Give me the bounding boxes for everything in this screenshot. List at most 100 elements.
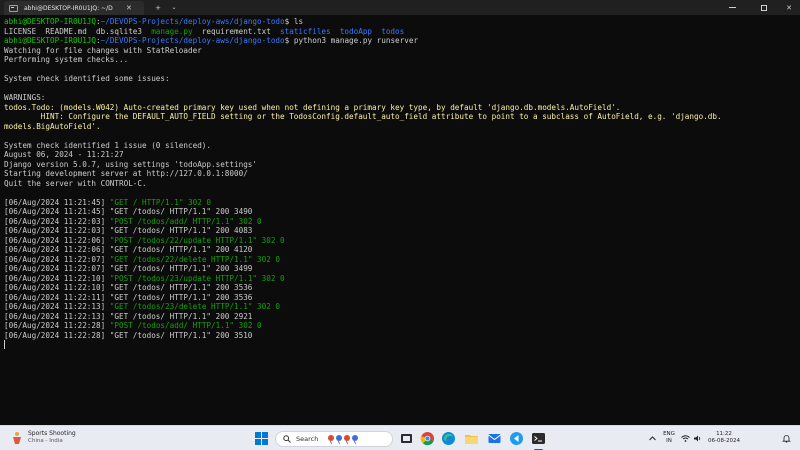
terminal-line: Starting development server at http://12…: [4, 169, 800, 179]
terminal-text-segment: [06/Aug/2024 11:22:11] "GET /todos/ HTTP…: [4, 292, 253, 302]
notification-bell-icon[interactable]: [782, 434, 791, 443]
terminal-text-segment: [06/Aug/2024 11:22:03]: [4, 216, 110, 226]
terminal-line: [06/Aug/2024 11:22:03] "POST /todos/add/…: [4, 217, 800, 227]
terminal-text-segment: HINT: Configure the DEFAULT_AUTO_FIELD s…: [4, 112, 722, 121]
terminal-text-segment: WARNINGS:: [4, 93, 46, 102]
sports-news-icon: [13, 431, 21, 444]
terminal-text-segment: Watching for file changes with StatReloa…: [4, 45, 202, 55]
language-code: ENG: [663, 431, 675, 437]
terminal-line: [06/Aug/2024 11:22:13] "GET /todos/ HTTP…: [4, 312, 800, 322]
text-cursor: [4, 340, 5, 349]
new-tab-button[interactable]: +: [152, 1, 164, 14]
volume-icon[interactable]: [693, 434, 702, 443]
maximize-button[interactable]: [754, 1, 774, 14]
terminal-tab-icon: [9, 4, 18, 12]
vscode-icon[interactable]: [509, 431, 524, 446]
terminal-output[interactable]: abhi@DESKTOP-IR0U1JQ:~/DEVOPS-Projects/d…: [4, 17, 800, 425]
terminal-line: [06/Aug/2024 11:22:06] "POST /todos/22/u…: [4, 236, 800, 246]
minimize-button[interactable]: [722, 1, 742, 14]
widget-title: Sports Shooting: [28, 430, 76, 437]
terminal-text-segment: $ ls: [284, 17, 304, 26]
terminal-line: Django version 5.0.7, using settings 'to…: [4, 160, 800, 170]
terminal-text-segment: [06/Aug/2024 11:22:13]: [4, 302, 110, 311]
terminal-text-segment: [06/Aug/2024 11:22:03] "GET /todos/ HTTP…: [4, 226, 253, 235]
search-placeholder: Search: [296, 435, 319, 443]
terminal-text-segment: "POST /todos/22/update HTTP/1.1" 302 0: [109, 235, 285, 245]
terminal-line: [06/Aug/2024 11:21:45] "GET /todos/ HTTP…: [4, 207, 800, 217]
terminal-text-segment: Quit the server with CONTROL-C.: [4, 178, 147, 188]
terminal-line: [06/Aug/2024 11:22:03] "GET /todos/ HTTP…: [4, 226, 800, 236]
terminal-text-segment: models.BigAutoField'.: [4, 121, 101, 131]
terminal-text-segment: [06/Aug/2024 11:22:10] "GET /todos/ HTTP…: [4, 283, 253, 292]
terminal-tab[interactable]: abhi@DESKTOP-IR0U1JQ: ~/D ✕: [4, 1, 144, 15]
terminal-text-segment: LICENSE README.md db.sqlite3: [4, 26, 152, 36]
terminal-line: [06/Aug/2024 11:22:13] "GET /todos/23/de…: [4, 302, 800, 312]
terminal-icon[interactable]: [531, 431, 546, 446]
clock-date: 06-08-2024: [708, 438, 740, 444]
terminal-text-segment: abhi@DESKTOP-IR0U1JQ: [4, 17, 97, 26]
taskbar-search-box[interactable]: Search: [275, 431, 393, 447]
tab-close-icon[interactable]: ✕: [126, 4, 132, 12]
terminal-text-segment: August 06, 2024 - 11:21:27: [4, 150, 124, 159]
terminal-cursor-line: [4, 340, 800, 350]
chevron-up-icon[interactable]: [648, 434, 657, 443]
minimize-icon: [728, 7, 736, 8]
mail-icon[interactable]: [487, 431, 502, 446]
search-icon: [283, 435, 291, 443]
taskbar: Sports Shooting China - India Search ENG…: [0, 425, 800, 450]
tab-title: abhi@DESKTOP-IR0U1JQ: ~/D: [24, 4, 113, 12]
region-code: IN: [666, 438, 672, 444]
terminal-line: [06/Aug/2024 11:22:06] "GET /todos/ HTTP…: [4, 245, 800, 255]
terminal-text-segment: [06/Aug/2024 11:22:07]: [4, 254, 110, 264]
weather-widget[interactable]: Sports Shooting China - India: [10, 430, 76, 445]
wifi-icon[interactable]: [681, 434, 690, 443]
language-indicator[interactable]: ENG IN: [662, 431, 676, 445]
terminal-line: Performing system checks...: [4, 55, 800, 65]
edge-icon[interactable]: [441, 431, 456, 446]
terminal-text-segment: "GET /todos/23/delete HTTP/1.1" 302 0: [109, 302, 281, 311]
chrome-icon[interactable]: [420, 431, 435, 446]
terminal-text-segment: [06/Aug/2024 11:22:28] "GET /todos/ HTTP…: [4, 330, 253, 340]
terminal-text-segment: staticfiles: [280, 26, 331, 36]
terminal-text-segment: todoApp: [339, 26, 373, 36]
terminal-text-segment: System check identified 1 issue (0 silen…: [4, 140, 212, 150]
terminal-line: todos.Todo: (models.W042) Auto-created p…: [4, 103, 800, 113]
windows-start-icon[interactable]: [254, 431, 269, 446]
terminal-text-segment: [06/Aug/2024 11:21:45] "GET /todos/ HTTP…: [4, 207, 253, 216]
terminal-text-segment: ~/DEVOPS-Projects/deploy-aws/django-todo: [100, 36, 285, 45]
file-explorer-icon[interactable]: [464, 431, 479, 446]
maximize-icon: [761, 4, 767, 11]
terminal-line: [06/Aug/2024 11:22:10] "GET /todos/ HTTP…: [4, 283, 800, 293]
terminal-line: HINT: Configure the DEFAULT_AUTO_FIELD s…: [4, 112, 800, 122]
terminal-line: System check identified 1 issue (0 silen…: [4, 141, 800, 151]
terminal-text-segment: [06/Aug/2024 11:22:10]: [4, 273, 110, 283]
terminal-line: [06/Aug/2024 11:21:45] "GET / HTTP/1.1" …: [4, 198, 800, 208]
terminal-line: [06/Aug/2024 11:22:28] "POST /todos/add/…: [4, 321, 800, 331]
terminal-text-segment: "POST /todos/add/ HTTP/1.1" 302 0: [109, 216, 262, 226]
search-highlight-icon: [328, 435, 359, 445]
terminal-text-segment: requirement.txt: [192, 26, 281, 36]
terminal-text-segment: [06/Aug/2024 11:22:06]: [4, 235, 110, 245]
terminal-text-segment: [06/Aug/2024 11:22:06] "GET /todos/ HTTP…: [4, 245, 253, 254]
close-button[interactable]: ✕: [779, 1, 799, 14]
terminal-text-segment: Performing system checks...: [4, 55, 129, 64]
widget-subtitle: China - India: [28, 438, 63, 444]
terminal-line: August 06, 2024 - 11:21:27: [4, 150, 800, 160]
terminal-line: [06/Aug/2024 11:22:11] "GET /todos/ HTTP…: [4, 293, 800, 303]
tab-dropdown-button[interactable]: ⌄: [168, 1, 180, 14]
terminal-text-segment: todos: [381, 26, 405, 36]
terminal-line: [06/Aug/2024 11:22:10] "POST /todos/23/u…: [4, 274, 800, 284]
terminal-text-segment: [06/Aug/2024 11:21:45]: [4, 197, 110, 207]
terminal-line: Quit the server with CONTROL-C.: [4, 179, 800, 189]
task-view-icon[interactable]: [399, 431, 414, 446]
system-clock[interactable]: 11:22 06-08-2024: [704, 431, 744, 445]
terminal-text-segment: abhi@DESKTOP-IR0U1JQ: [4, 36, 97, 45]
terminal-line: Watching for file changes with StatReloa…: [4, 46, 800, 56]
terminal-line: models.BigAutoField'.: [4, 122, 800, 132]
terminal-line: [06/Aug/2024 11:22:07] "GET /todos/22/de…: [4, 255, 800, 265]
